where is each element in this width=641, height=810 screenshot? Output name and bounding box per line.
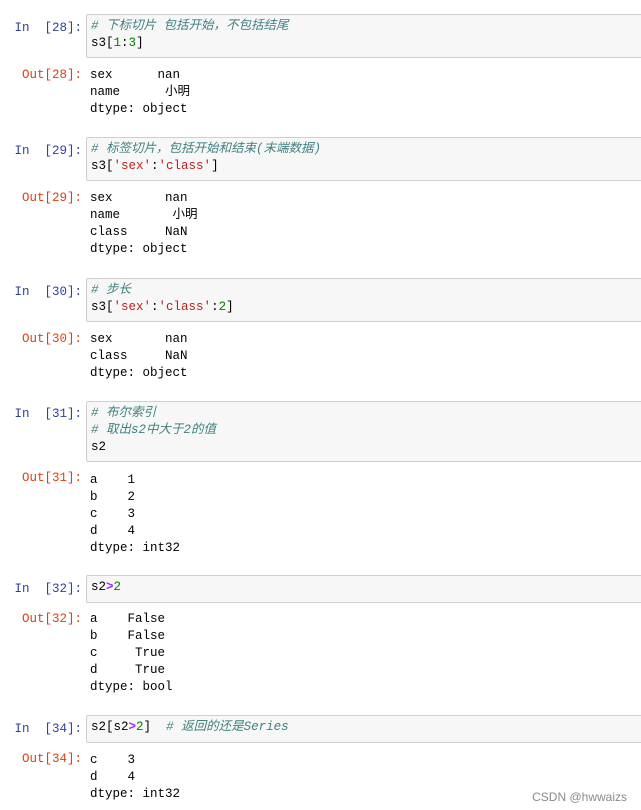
code-token-comment: # 步长 [91, 283, 132, 297]
output-prompt: Out[29]: [21, 191, 82, 205]
output-line: c True [90, 646, 166, 660]
code-token: : [151, 300, 159, 314]
code-token-op: > [106, 580, 114, 594]
cell-output: a 1 b 2 c 3 d 4 dtype: int32 [90, 472, 641, 557]
code-token-str: 'sex' [113, 159, 152, 173]
input-prompt: In [29]: [14, 144, 82, 158]
code-input[interactable]: # 布尔索引 # 取出s2中大于2的值 s2 [86, 401, 641, 462]
code-line: s2>2 [91, 579, 637, 596]
input-prompt: In [30]: [14, 285, 82, 299]
output-line: c 3 [90, 507, 136, 521]
code-token-num: 2 [218, 300, 227, 314]
code-token: : [211, 300, 219, 314]
output-line: dtype: object [90, 366, 188, 380]
code-token-comment: # 下标切片 包括开始，不包括结尾 [91, 19, 289, 33]
code-token-comment: # 返回的还是Series [166, 720, 289, 734]
code-line: # 取出s2中大于2的值 [91, 422, 637, 439]
code-token-num: 1 [113, 36, 122, 50]
output-line: sex nan [90, 68, 181, 82]
input-prompt: In [28]: [14, 21, 82, 35]
output-line: class NaN [90, 349, 188, 363]
code-input[interactable]: # 步长 s3['sex':'class':2] [86, 278, 641, 322]
code-token: s3[ [91, 36, 114, 50]
output-line: dtype: object [90, 242, 188, 256]
code-line: # 标签切片，包括开始和结束(末端数据) [91, 141, 637, 158]
code-input[interactable]: # 标签切片，包括开始和结束(末端数据) s3['sex':'class'] [86, 137, 641, 181]
output-line: class NaN [90, 225, 188, 239]
code-token-str: 'sex' [113, 300, 152, 314]
code-line: s2[s2>2] # 返回的还是Series [91, 719, 637, 736]
code-input[interactable]: # 下标切片 包括开始，不包括结尾 s3[1:3] [86, 14, 641, 58]
output-prompt: Out[34]: [21, 752, 82, 766]
code-token: : [121, 36, 129, 50]
output-line: d True [90, 663, 166, 677]
output-line: dtype: object [90, 102, 188, 116]
code-token: s3[ [91, 159, 114, 173]
output-prompt: Out[32]: [21, 612, 82, 626]
code-token-op: > [128, 720, 137, 734]
code-token-num: 3 [128, 36, 137, 50]
output-line: d 4 [90, 770, 136, 784]
code-token: ] [136, 36, 144, 50]
output-line: a 1 [90, 473, 136, 487]
code-token-num: 2 [113, 580, 122, 594]
output-prompt: Out[30]: [21, 332, 82, 346]
code-line: s3['sex':'class':2] [91, 299, 637, 316]
code-token: s2 [91, 580, 107, 594]
output-line: b False [90, 629, 166, 643]
output-line: sex nan [90, 191, 188, 205]
code-token-str: 'class' [158, 159, 212, 173]
code-token: ] [211, 159, 219, 173]
csdn-watermark: CSDN @hwwaizs [532, 790, 627, 804]
code-line: s3[1:3] [91, 35, 637, 52]
input-prompt: In [34]: [14, 722, 82, 736]
cell-output: a False b False c True d True dtype: boo… [90, 611, 641, 696]
output-line: a False [90, 612, 166, 626]
code-token-comment: # 布尔索引 [91, 406, 157, 420]
code-token: s3[ [91, 300, 114, 314]
code-token: ] [143, 720, 167, 734]
code-line: s3['sex':'class'] [91, 158, 637, 175]
input-prompt: In [32]: [14, 582, 82, 596]
output-line: name 小明 [90, 85, 191, 99]
output-line: dtype: int32 [90, 541, 181, 555]
code-token: s2 [91, 440, 107, 454]
cell-output: sex nan class NaN dtype: object [90, 331, 641, 382]
code-token-comment: # 标签切片，包括开始和结束(末端数据) [91, 142, 322, 156]
code-input[interactable]: s2[s2>2] # 返回的还是Series [86, 715, 641, 743]
output-prompt: Out[31]: [21, 471, 82, 485]
output-line: b 2 [90, 490, 136, 504]
code-input[interactable]: s2>2 [86, 575, 641, 603]
output-prompt: Out[28]: [21, 68, 82, 82]
output-line: sex nan [90, 332, 188, 346]
code-token-str: 'class' [158, 300, 212, 314]
cell-output: sex nan name 小明 dtype: object [90, 67, 641, 118]
code-token: s2[s2 [91, 720, 129, 734]
code-line: s2 [91, 439, 637, 456]
output-line: d 4 [90, 524, 136, 538]
code-token: ] [226, 300, 234, 314]
input-prompt: In [31]: [14, 407, 82, 421]
code-line: # 布尔索引 [91, 405, 637, 422]
code-token-comment: # 取出s2中大于2的值 [91, 423, 217, 437]
output-line: c 3 [90, 753, 136, 767]
output-line: name 小明 [90, 208, 198, 222]
code-token-num: 2 [136, 720, 144, 734]
cell-output: sex nan name 小明 class NaN dtype: object [90, 190, 641, 258]
code-token: : [151, 159, 159, 173]
output-line: dtype: bool [90, 680, 173, 694]
code-line: # 下标切片 包括开始，不包括结尾 [91, 18, 637, 35]
code-line: # 步长 [91, 282, 637, 299]
